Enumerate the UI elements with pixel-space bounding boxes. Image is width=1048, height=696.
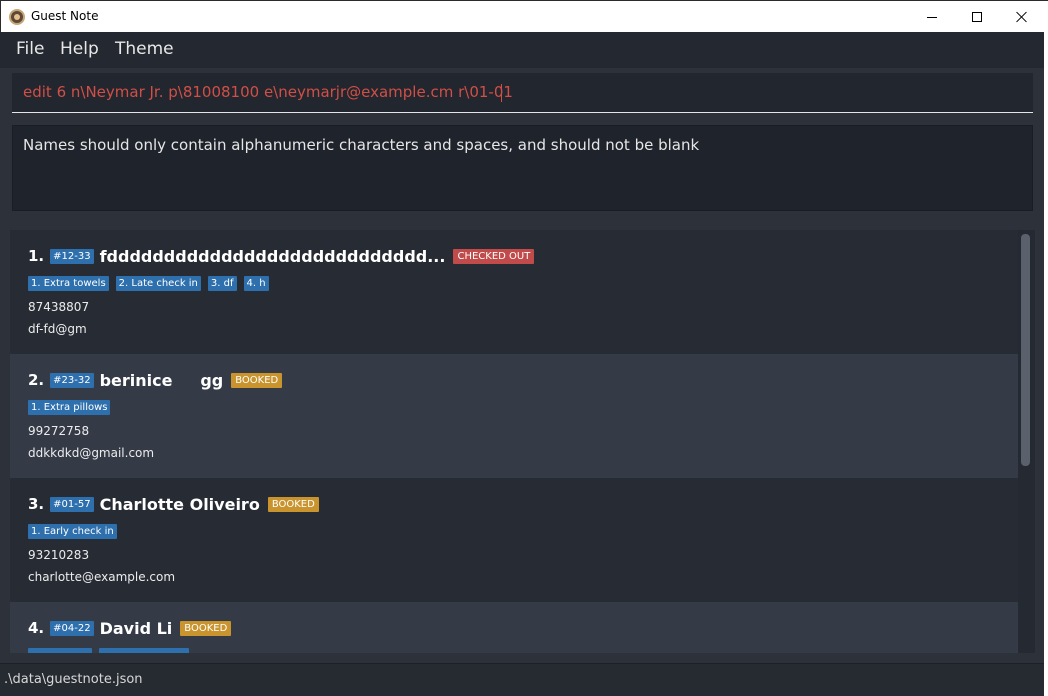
request-tag: 4. h [243, 276, 269, 291]
request-list: 1. Early check in [28, 524, 124, 539]
guest-list: 1. #12-33 fdddddddddddddddddddddddddddd.… [10, 230, 1035, 653]
guest-email: ddkkdkd@gmail.com [28, 446, 155, 460]
data-file-path: .\data\guestnote.json [4, 672, 143, 687]
guest-phone: 99272758 [28, 424, 90, 438]
request-list: 1. Extra towels 2. Late check in 3. df 4… [28, 276, 276, 291]
request-list [28, 648, 196, 653]
command-panel [0, 68, 1044, 118]
maximize-icon [972, 12, 982, 22]
request-tag [99, 648, 189, 653]
request-tag: 3. df [207, 276, 237, 291]
guest-card[interactable]: 1. #12-33 fdddddddddddddddddddddddddddd.… [10, 230, 1018, 354]
request-tag: 2. Late check in [115, 276, 201, 291]
menu-theme[interactable]: Theme [115, 39, 174, 59]
guest-email: charlotte@example.com [28, 570, 176, 584]
room-number-tag: #01-57 [50, 496, 94, 512]
status-bar: .\data\guestnote.json [0, 663, 1044, 696]
window-title: Guest Note [31, 9, 99, 23]
status-badge: CHECKED OUT [453, 248, 535, 264]
scrollbar-thumb[interactable] [1021, 234, 1030, 466]
menu-help[interactable]: Help [60, 39, 99, 59]
guest-card-header: 3. #01-57 Charlotte Oliveiro BOOKED [28, 492, 319, 516]
room-number-tag: #12-33 [50, 248, 94, 264]
minimize-icon [927, 16, 937, 18]
request-tag: 1. Extra towels [28, 276, 109, 291]
guest-card-header: 4. #04-22 David Li BOOKED [28, 616, 232, 640]
guest-name: fdddddddddddddddddddddddddddd... [99, 246, 446, 266]
room-number-tag: #23-32 [50, 372, 94, 388]
menu-bar: File Help Theme [0, 32, 1044, 68]
guest-card[interactable]: 2. #23-32 berinice gg BOOKED 1. Extra pi… [10, 354, 1018, 478]
request-tag: 1. Extra pillows [28, 400, 111, 415]
status-badge: BOOKED [231, 372, 283, 388]
guest-email: df-fd@gm [28, 322, 87, 336]
guest-index: 4. [28, 619, 45, 637]
title-bar: Guest Note [0, 0, 1048, 32]
command-box [12, 73, 1033, 113]
result-message: Names should only contain alphanumeric c… [23, 136, 700, 154]
guest-index: 1. [28, 247, 45, 265]
text-caret [501, 84, 502, 102]
minimize-button[interactable] [909, 1, 955, 33]
menu-file[interactable]: File [16, 39, 44, 59]
close-icon [1016, 11, 1028, 23]
guest-card[interactable]: 3. #01-57 Charlotte Oliveiro BOOKED 1. E… [10, 478, 1018, 602]
request-tag: 1. Early check in [28, 524, 117, 539]
status-badge: BOOKED [267, 496, 319, 512]
guest-phone: 87438807 [28, 300, 90, 314]
app-window: File Help Theme Names should only contai… [0, 32, 1044, 696]
command-input[interactable] [12, 73, 1033, 111]
request-tag [28, 648, 92, 653]
guest-index: 2. [28, 371, 45, 389]
guest-name: David Li [99, 618, 173, 638]
maximize-button[interactable] [954, 1, 1000, 33]
guest-card[interactable]: 4. #04-22 David Li BOOKED [10, 602, 1018, 653]
guest-phone: 93210283 [28, 548, 90, 562]
guest-name: Charlotte Oliveiro [99, 494, 260, 514]
result-display[interactable]: Names should only contain alphanumeric c… [12, 125, 1033, 211]
guest-index: 3. [28, 495, 45, 513]
guest-note-app-icon [9, 9, 25, 25]
close-button[interactable] [999, 1, 1045, 33]
guest-name: berinice gg [99, 370, 224, 390]
status-badge: BOOKED [180, 620, 232, 636]
guest-list-panel: 1. #12-33 fdddddddddddddddddddddddddddd.… [0, 220, 1044, 663]
guest-card-header: 1. #12-33 fdddddddddddddddddddddddddddd.… [28, 244, 535, 268]
scrollbar[interactable] [1019, 230, 1035, 653]
result-panel: Names should only contain alphanumeric c… [0, 118, 1044, 220]
room-number-tag: #04-22 [50, 620, 94, 636]
request-list: 1. Extra pillows [28, 400, 117, 415]
guest-card-header: 2. #23-32 berinice gg BOOKED [28, 368, 283, 392]
